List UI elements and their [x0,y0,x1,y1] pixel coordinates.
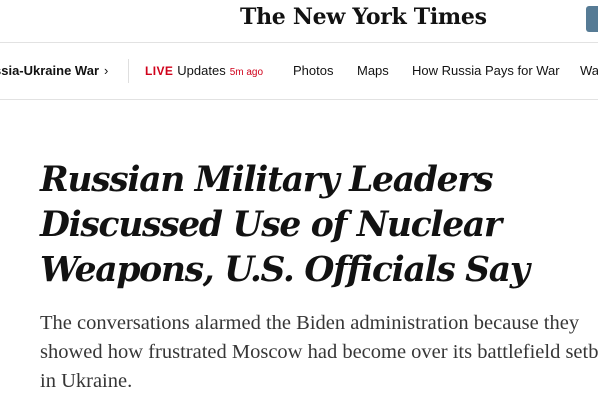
nyt-logo[interactable]: The New York Times [240,4,487,30]
page: The New York Times ssia-Ukraine War › LIV… [0,0,598,401]
live-badge: LIVE [145,64,174,78]
masthead: The New York Times [0,0,598,42]
nav-item-photos[interactable]: Photos [293,63,333,79]
nav-divider-bottom [0,99,598,100]
article-headline: Russian Military Leaders Discussed Use o… [40,160,530,290]
chevron-right-icon: › [104,63,109,78]
nav-section-label: ssia-Ukraine War [0,63,100,78]
live-updates-label: Updates [177,63,226,78]
nav-item-how-russia-pays[interactable]: How Russia Pays for War [412,63,560,79]
nav-live-updates[interactable]: LIVE Updates 5m ago [145,63,263,81]
nav-divider [128,59,129,83]
section-nav: ssia-Ukraine War › LIVE Updates 5m ago Phot… [0,43,598,99]
nav-item-truncated[interactable]: Wa [580,63,598,79]
header-account-button[interactable] [586,6,598,32]
nav-item-maps[interactable]: Maps [357,63,389,79]
live-timestamp: 5m ago [229,67,264,78]
nav-section-russia-ukraine-war[interactable]: ssia-Ukraine War › [0,63,108,79]
article-summary: The conversations alarmed the Biden admi… [40,312,598,392]
